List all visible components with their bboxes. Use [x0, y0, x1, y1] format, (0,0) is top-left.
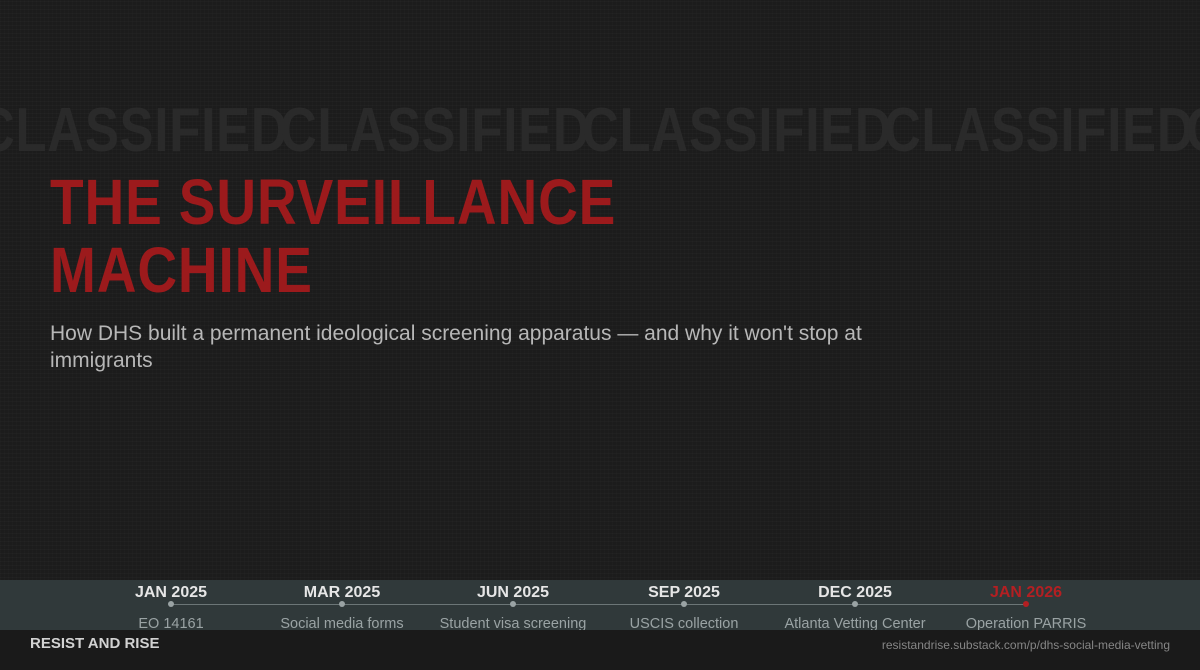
timeline-item-jan-2026: JAN 2026 Operation PARRIS [936, 580, 1116, 632]
watermark-word: CLASSIFIED [582, 96, 893, 165]
timeline-dot [168, 601, 174, 607]
timeline-item-mar-2025: MAR 2025 Social media forms [252, 580, 432, 632]
watermark-word: CLASSIFIED [280, 96, 591, 165]
timeline-item-jan-2025: JAN 2025 EO 14161 [81, 580, 261, 632]
timeline-dot [852, 601, 858, 607]
timeline-dot [510, 601, 516, 607]
page-title: THE SURVEILLANCE MACHINE [50, 166, 617, 306]
timeline-date: DEC 2025 [818, 584, 892, 601]
timeline-dot [1023, 601, 1029, 607]
page-subtitle: How DHS built a permanent ideological sc… [50, 322, 862, 372]
timeline-dot [681, 601, 687, 607]
timeline-date: JAN 2025 [134, 584, 208, 601]
timeline-item-sep-2025: SEP 2025 USCIS collection [594, 580, 774, 632]
watermark-word: CLASSIFIED [884, 96, 1195, 165]
timeline-date: JAN 2026 [989, 584, 1063, 601]
watermark-word: CLASSIFIED [0, 96, 289, 165]
timeline-date: JUN 2025 [476, 584, 550, 601]
timeline-dot [339, 601, 345, 607]
classified-watermark: CLASSIFIED CLASSIFIED CLASSIFIED CLASSIF… [0, 96, 1200, 166]
watermark-word: CLASSIFIED [1186, 96, 1200, 166]
footer: RESIST AND RISE resistandrise.substack.c… [0, 630, 1200, 670]
timeline: JAN 2025 EO 14161 MAR 2025 Social media … [0, 580, 1200, 632]
timeline-date: SEP 2025 [648, 584, 720, 601]
timeline-item-dec-2025: DEC 2025 Atlanta Vetting Center [765, 580, 945, 632]
source-url[interactable]: resistandrise.substack.com/p/dhs-social-… [882, 637, 1170, 653]
brand-name: RESIST AND RISE [30, 635, 160, 652]
timeline-date: MAR 2025 [303, 584, 381, 601]
timeline-item-jun-2025: JUN 2025 Student visa screening [423, 580, 603, 632]
